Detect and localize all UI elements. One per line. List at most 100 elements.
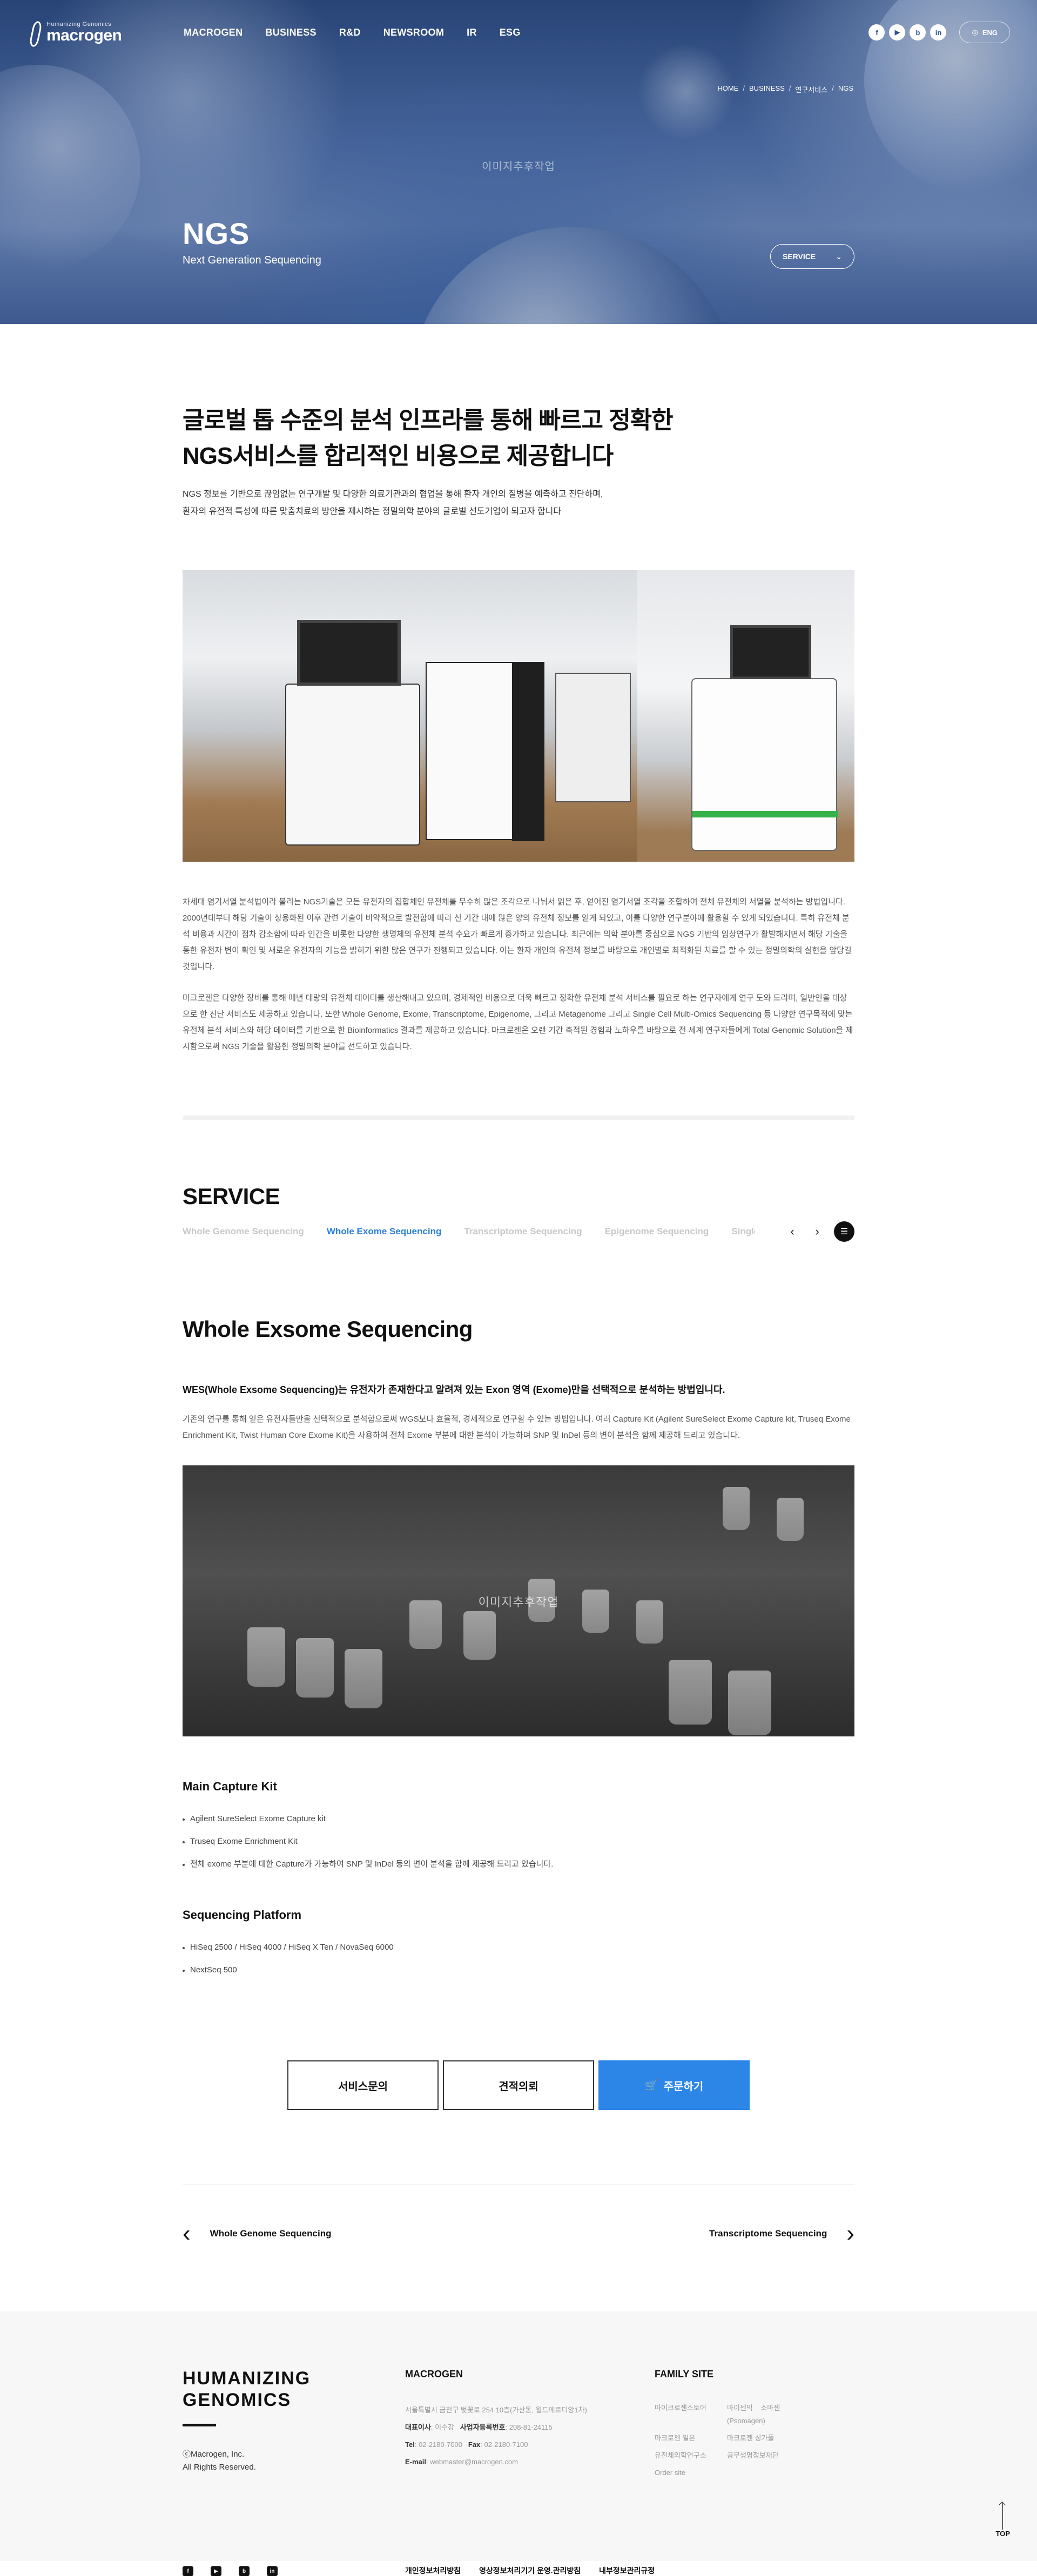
tab-epigenome[interactable]: Epigenome Sequencing <box>605 1226 709 1237</box>
service-pager: ‹ Whole Genome Sequencing Transcriptome … <box>183 2222 854 2246</box>
service-title: Whole Exsome Sequencing <box>183 1316 473 1342</box>
family-site-link[interactable]: 유전체의학연구소 <box>655 2449 727 2462</box>
tab-navigation: ‹ › ☰ <box>784 1221 854 1242</box>
copyright-line2: All Rights Reserved. <box>183 2463 256 2472</box>
facebook-icon[interactable]: f <box>183 2566 193 2576</box>
breadcrumb-separator: / <box>832 84 834 92</box>
lab-photo-sequencer-closeup <box>637 570 854 862</box>
blog-icon[interactable]: b <box>239 2566 250 2576</box>
intro-section: 글로벌 톱 수준의 분석 인프라를 통해 빠르고 정확한 NGS서비스를 합리적… <box>183 324 854 1120</box>
footer-biz: : 208-81-24115 <box>505 2423 553 2431</box>
quote-request-button[interactable]: 견적의뢰 <box>443 2060 594 2110</box>
menu-rnd[interactable]: R&D <box>339 27 361 38</box>
menu-ir[interactable]: IR <box>467 27 477 38</box>
tab-single-cell[interactable]: Single Cell Sequencing <box>731 1226 755 1237</box>
menu-macrogen[interactable]: MACROGEN <box>184 27 243 38</box>
intro-lead: NGS 정보를 기반으로 끊임없는 연구개발 및 다양한 의료기관과의 협업을 … <box>183 486 854 520</box>
footer-ceo-label: 대표이사 <box>405 2423 431 2431</box>
hero-title-block: NGS Next Generation Sequencing <box>183 216 321 267</box>
footer-company-info: MACROGEN 서울특별시 금천구 벚꽃로 254 10층(가산동, 월드메르… <box>405 2369 587 2471</box>
intro-heading-line2: NGS서비스를 합리적인 비용으로 제공합니다 <box>183 443 614 469</box>
family-site-link[interactable]: 마이크로젠스토어 <box>655 2402 727 2428</box>
intro-description: 차세대 염기서열 분석법이라 불리는 NGS기술은 모든 유전자의 집합체인 유… <box>183 894 854 1055</box>
menu-esg[interactable]: ESG <box>500 27 521 38</box>
cctv-policy-link[interactable]: 영상정보처리기기 운영.관리방침 <box>479 2565 581 2576</box>
scroll-top-button[interactable]: TOP <box>996 2503 1010 2538</box>
prev-service-label: Whole Genome Sequencing <box>210 2228 332 2239</box>
service-inquiry-button[interactable]: 서비스문의 <box>287 2060 439 2110</box>
section-divider <box>183 1115 854 1120</box>
language-button[interactable]: ◎ ENG <box>959 22 1010 43</box>
copyright-line1: ⓒMacrogen, Inc. <box>183 2450 245 2459</box>
intro-paragraph-1: 차세대 염기서열 분석법이라 불리는 NGS기술은 모든 유전자의 집합체인 유… <box>183 897 852 971</box>
youtube-icon[interactable]: ▶ <box>211 2566 221 2576</box>
family-site-link[interactable]: 마크로젠 일본 <box>655 2432 727 2445</box>
intro-paragraph-2: 마크로젠은 다양한 장비를 통해 매년 대량의 유전체 데이터를 생산해내고 있… <box>183 993 853 1051</box>
tab-whole-genome[interactable]: Whole Genome Sequencing <box>183 1226 304 1237</box>
footer-email[interactable]: : webmaster@macrogen.com <box>426 2458 518 2466</box>
capture-kit-list: Agilent SureSelect Exome Capture kit Tru… <box>183 1808 854 1876</box>
footer-slogan-line1: HUMANIZING <box>183 2368 311 2389</box>
service-description: 기존의 연구를 통해 얻은 유전자들만을 선택적으로 분석함으로써 WGS보다 … <box>183 1415 851 1440</box>
blog-icon[interactable]: b <box>910 24 926 40</box>
footer-email-row: E-mail: webmaster@macrogen.com <box>405 2453 587 2471</box>
breadcrumb-research[interactable]: 연구서비스 <box>795 84 827 94</box>
internal-info-policy-link[interactable]: 내부정보관리규정 <box>599 2565 655 2576</box>
sequencing-platform-list: HiSeq 2500 / HiSeq 4000 / HiSeq X Ten / … <box>183 1936 854 1982</box>
menu-newsroom[interactable]: NEWSROOM <box>383 27 444 38</box>
breadcrumb-separator: / <box>743 84 745 92</box>
family-site-link[interactable]: 마이젠믹 소마젠(Psomagen) <box>727 2402 813 2428</box>
tube-shape <box>669 1660 712 1725</box>
tab-whole-exome[interactable]: Whole Exome Sequencing <box>327 1226 442 1237</box>
privacy-policy-link[interactable]: 개인정보처리방침 <box>405 2565 461 2576</box>
menu-icon[interactable]: ☰ <box>834 1221 854 1242</box>
footer-tel: : 02-2180-7000 <box>414 2440 463 2449</box>
footer-email-label: E-mail <box>405 2458 427 2466</box>
family-site-title: FAMILY SITE <box>655 2369 714 2379</box>
list-item: Agilent SureSelect Exome Capture kit <box>183 1808 854 1830</box>
service-tabs-row: Whole Genome Sequencing Whole Exome Sequ… <box>183 1221 854 1242</box>
linkedin-icon[interactable]: in <box>930 24 947 40</box>
linkedin-icon[interactable]: in <box>267 2566 278 2576</box>
breadcrumb-home[interactable]: HOME <box>717 84 738 94</box>
macrogen-logo-mark-icon <box>27 19 41 46</box>
family-site-link[interactable]: 공무생명정보재단 <box>727 2449 813 2462</box>
global-navigation: Humanizing Genomics macrogen MACROGEN BU… <box>0 0 1037 65</box>
footer-bar <box>183 2424 216 2426</box>
youtube-icon[interactable]: ▶ <box>889 24 906 40</box>
family-site-link[interactable]: 마크로젠 싱가폴 <box>727 2432 813 2445</box>
globe-icon: ◎ <box>972 28 978 36</box>
page-subtitle: Next Generation Sequencing <box>183 254 321 266</box>
service-section: SERVICE Whole Genome Sequencing Whole Ex… <box>183 1120 854 2246</box>
footer-brand: HUMANIZING GENOMICS ⓒMacrogen, Inc. All … <box>183 2368 311 2474</box>
family-site-list: 마이크로젠스토어 마이젠믹 소마젠(Psomagen) 마크로젠 일본 마크로젠… <box>655 2402 813 2479</box>
action-buttons: 서비스문의 견적의뢰 🛒 주문하기 <box>183 2060 854 2110</box>
chevron-left-icon[interactable]: ‹ <box>784 1223 800 1240</box>
logo-wordmark: macrogen <box>46 26 122 44</box>
list-item: NextSeq 500 <box>183 1959 854 1982</box>
chevron-right-icon[interactable]: › <box>809 1223 825 1240</box>
tab-transcriptome[interactable]: Transcriptome Sequencing <box>464 1226 582 1237</box>
service-summary: WES(Whole Exsome Sequencing)는 유전자가 존재한다고… <box>183 1384 725 1395</box>
prev-service-link[interactable]: ‹ Whole Genome Sequencing <box>183 2222 331 2246</box>
service-heading: SERVICE <box>183 1184 280 1209</box>
footer-social-links: f ▶ b in <box>183 2566 278 2576</box>
next-service-link[interactable]: Transcriptome Sequencing › <box>709 2222 854 2246</box>
sequencer-machine <box>285 620 420 846</box>
breadcrumb: HOME / BUSINESS / 연구서비스 / NGS <box>717 84 853 94</box>
family-site-link[interactable]: Order site <box>655 2466 727 2479</box>
order-button[interactable]: 🛒 주문하기 <box>598 2060 750 2110</box>
service-image-placeholder-text: 이미지추후작업 <box>478 1595 559 1609</box>
footer-policy-links: 개인정보처리방침 영상정보처리기기 운영.관리방침 내부정보관리규정 <box>405 2565 655 2576</box>
footer-ceo-row: 대표이사: 이수강 사업자등록번호: 208-81-24115 <box>405 2419 587 2436</box>
facebook-icon[interactable]: f <box>868 24 885 40</box>
service-select-dropdown[interactable]: SERVICE ⌄ <box>770 244 854 269</box>
menu-business[interactable]: BUSINESS <box>265 27 316 38</box>
breadcrumb-business[interactable]: BUSINESS <box>749 84 785 94</box>
macrogen-logo[interactable]: Humanizing Genomics macrogen <box>27 19 184 46</box>
tube-shape <box>463 1611 496 1660</box>
sequencing-platform-title: Sequencing Platform <box>183 1908 302 1922</box>
order-button-label: 주문하기 <box>663 2080 704 2093</box>
tube-shape <box>345 1649 382 1708</box>
footer: HUMANIZING GENOMICS ⓒMacrogen, Inc. All … <box>0 2311 1037 2576</box>
